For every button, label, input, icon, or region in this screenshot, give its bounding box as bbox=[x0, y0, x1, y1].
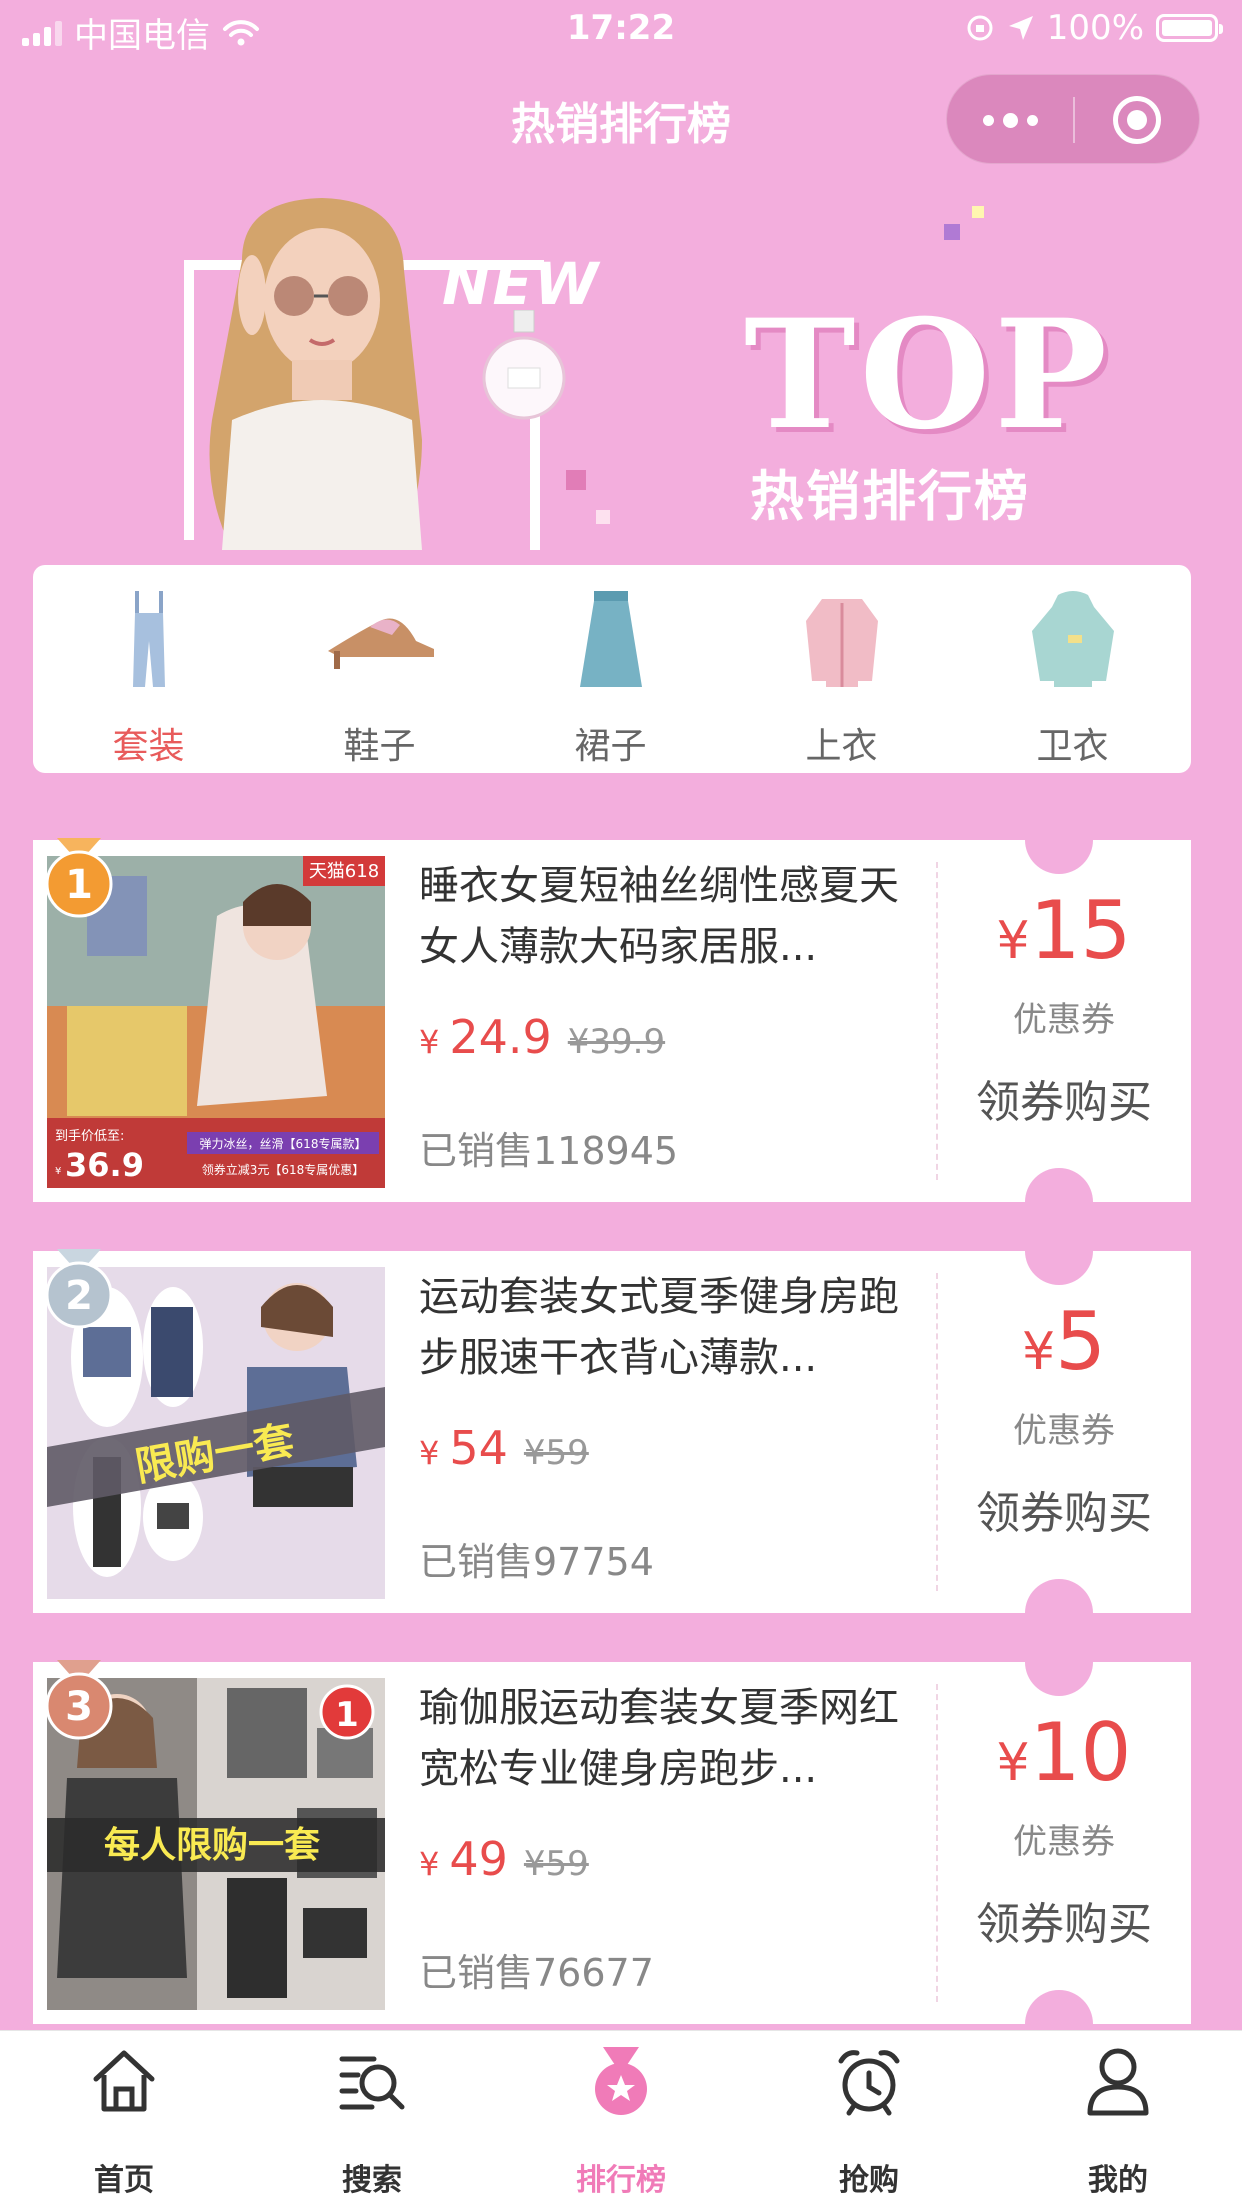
tab-search[interactable]: 搜索 bbox=[248, 2031, 496, 2209]
rank-gold-medal-icon: 1 bbox=[45, 838, 113, 918]
product-title[interactable]: 瑜伽服运动套装女夏季网红宽松专业健身房跑步... bbox=[419, 1678, 899, 1800]
tab-home[interactable]: 首页 bbox=[0, 2031, 248, 2209]
search-icon bbox=[339, 2056, 405, 2110]
tab-flash-sale[interactable]: 抢购 bbox=[745, 2031, 993, 2209]
svg-text:领券立减3元【618专属优惠】: 领券立减3元【618专属优惠】 bbox=[202, 1162, 365, 1177]
battery-icon bbox=[1156, 14, 1223, 42]
perfume-bottle-image bbox=[482, 310, 566, 420]
tab-profile[interactable]: 我的 bbox=[994, 2031, 1242, 2209]
svg-text:2: 2 bbox=[65, 1273, 93, 1319]
sale-price: 49 bbox=[449, 1832, 508, 1886]
shoe-icon bbox=[327, 618, 434, 669]
coupon-value: ¥15 bbox=[996, 884, 1132, 977]
tab-ranking[interactable]: 排行榜 bbox=[497, 2031, 745, 2209]
mini-program-capsule bbox=[946, 74, 1200, 164]
model-photo bbox=[209, 198, 422, 550]
battery-percent: 100% bbox=[1046, 8, 1144, 48]
sold-count: 已销售118945 bbox=[419, 1129, 679, 1173]
svg-text:天猫618: 天猫618 bbox=[309, 861, 379, 882]
get-coupon-button[interactable]: 领券购买 bbox=[937, 1066, 1191, 1130]
category-tab-skirts[interactable]: 裙子 bbox=[495, 565, 726, 773]
category-tabs: 套装 鞋子 裙子 上衣 卫衣 bbox=[33, 565, 1191, 773]
skirt-icon bbox=[579, 591, 642, 687]
category-tab-shoes[interactable]: 鞋子 bbox=[264, 565, 495, 773]
price-row: ¥24.9 ¥39.9 bbox=[419, 1010, 666, 1064]
more-menu-icon[interactable] bbox=[983, 75, 1038, 165]
get-coupon-button[interactable]: 领券购买 bbox=[937, 1888, 1191, 1952]
svg-text:每人限购一套: 每人限购一套 bbox=[104, 1825, 320, 1866]
category-tab-hoodies[interactable]: 卫衣 bbox=[957, 565, 1188, 773]
bottom-tab-bar: 首页 搜索 排行榜 抢购 我的 bbox=[0, 2030, 1242, 2209]
new-label: NEW bbox=[442, 250, 601, 318]
svg-text:3: 3 bbox=[65, 1684, 93, 1730]
banner-subtitle: 热销排行榜 bbox=[750, 465, 1030, 528]
svg-text:36.9: 36.9 bbox=[65, 1146, 144, 1184]
get-coupon-button[interactable]: 领券购买 bbox=[937, 1477, 1191, 1541]
coupon-value: ¥10 bbox=[996, 1706, 1132, 1799]
svg-text:到手价低至:: 到手价低至: bbox=[55, 1129, 124, 1144]
hoodie-icon bbox=[1031, 591, 1114, 687]
svg-text:弹力冰丝，丝滑【618专属款】: 弹力冰丝，丝滑【618专属款】 bbox=[200, 1136, 367, 1151]
overalls-icon bbox=[132, 591, 165, 687]
jacket-icon bbox=[805, 599, 878, 687]
coupon-value: ¥5 bbox=[1022, 1295, 1106, 1388]
sold-count: 已销售97754 bbox=[419, 1540, 654, 1584]
ranking-medal-icon bbox=[595, 2047, 647, 2115]
svg-text:1: 1 bbox=[335, 1695, 359, 1735]
rank-silver-medal-icon: 2 bbox=[45, 1249, 113, 1329]
price-row: ¥54 ¥59 bbox=[419, 1421, 589, 1475]
product-card[interactable]: 天猫618 到手价低至: ¥ 36.9 弹力冰丝，丝滑【618专属款】 领券立减… bbox=[33, 806, 1191, 1236]
coupon-label: 优惠券 bbox=[1013, 1000, 1115, 1040]
alarm-clock-icon bbox=[838, 2050, 900, 2116]
product-card[interactable]: 每人限购一套 1 3 瑜伽服运动套装女夏季网红宽松专业健身房跑步... ¥49 ¥… bbox=[33, 1628, 1191, 2058]
svg-text:1: 1 bbox=[65, 862, 93, 908]
category-tab-tops[interactable]: 上衣 bbox=[726, 565, 957, 773]
price-row: ¥49 ¥59 bbox=[419, 1832, 589, 1886]
original-price: ¥59 bbox=[523, 1844, 589, 1884]
rank-bronze-medal-icon: 3 bbox=[45, 1660, 113, 1740]
location-icon bbox=[1008, 16, 1033, 40]
product-title[interactable]: 运动套装女式夏季健身房跑步服速干衣背心薄款... bbox=[419, 1267, 899, 1389]
close-target-icon[interactable] bbox=[1113, 96, 1161, 144]
sold-count: 已销售76677 bbox=[419, 1951, 654, 1995]
orientation-lock-icon bbox=[967, 15, 993, 41]
user-icon bbox=[1087, 2048, 1149, 2116]
original-price: ¥39.9 bbox=[567, 1022, 666, 1062]
svg-text:¥: ¥ bbox=[55, 1166, 61, 1177]
product-card[interactable]: 限购一套 2 运动套装女式夏季健身房跑步服速干衣背心薄款... ¥54 ¥59 已… bbox=[33, 1217, 1191, 1647]
original-price: ¥59 bbox=[523, 1433, 589, 1473]
sale-price: 54 bbox=[449, 1421, 508, 1475]
category-tab-sets[interactable]: 套装 bbox=[33, 565, 264, 773]
sale-price: 24.9 bbox=[449, 1010, 552, 1064]
status-bar: 中国电信 17:22 100% bbox=[0, 0, 1242, 62]
home-icon bbox=[93, 2050, 155, 2112]
coupon-label: 优惠券 bbox=[1013, 1822, 1115, 1862]
top-title: TOP bbox=[744, 287, 1112, 463]
product-title[interactable]: 睡衣女夏短袖丝绸性感夏天女人薄款大码家居服... bbox=[419, 856, 899, 978]
hero-banner[interactable]: NEW TOP 热销排行榜 bbox=[0, 180, 1242, 550]
coupon-label: 优惠券 bbox=[1013, 1411, 1115, 1451]
